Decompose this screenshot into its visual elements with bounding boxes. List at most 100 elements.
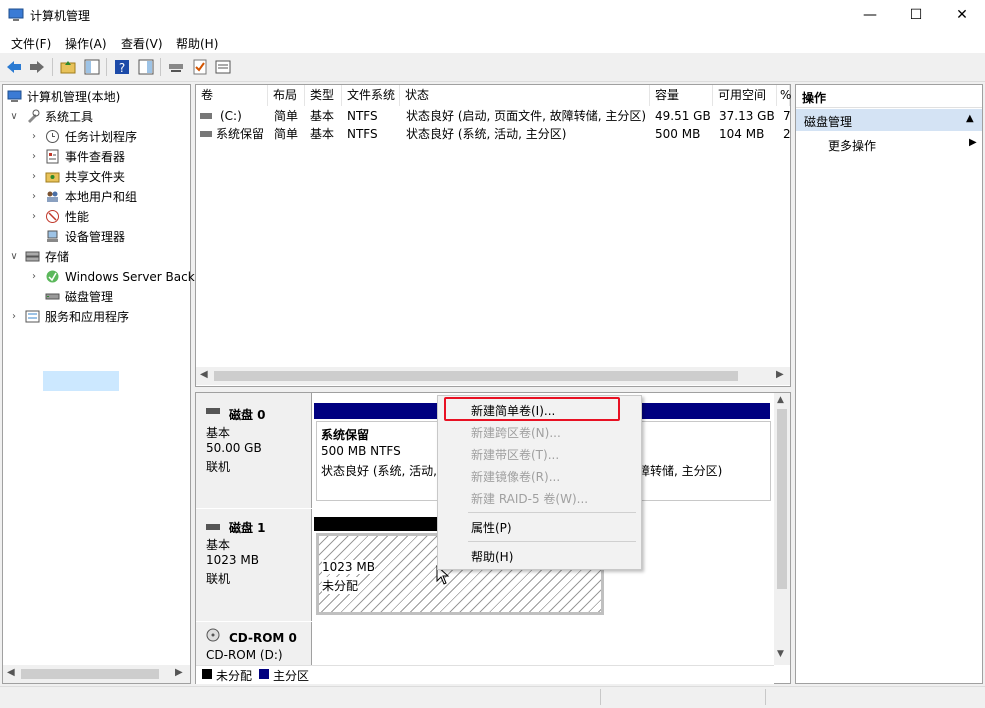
close-button[interactable]: ✕	[939, 0, 985, 31]
disk-0-label[interactable]: 磁盘 0 基本 50.00 GB 联机	[196, 393, 312, 508]
show-hide-tree-icon[interactable]	[83, 58, 101, 76]
scroll-down-icon[interactable]: ▼	[777, 649, 784, 659]
column-header-volume[interactable]: 卷	[196, 85, 268, 106]
performance-icon	[46, 210, 59, 223]
cdrom-0-drive: CD-ROM (D:)	[206, 648, 283, 662]
toolbar-separator	[160, 58, 161, 76]
partition-name: 系统保留	[321, 428, 370, 442]
chevron-right-icon[interactable]: ›	[29, 147, 39, 167]
menu-item-new-striped-volume[interactable]: 新建带区卷(T)...	[471, 446, 559, 463]
collapse-icon[interactable]: ▲	[966, 113, 974, 124]
cdrom-0-name: CD-ROM 0	[229, 631, 297, 645]
tools-icon	[28, 109, 40, 123]
table-row[interactable]: (C:) 简单 基本 NTFS 状态良好 (启动, 页面文件, 故障转储, 主分…	[196, 107, 791, 125]
partition-system-reserved[interactable]: 系统保留 500 MB NTFS 状态良好 (系统, 活动,	[316, 421, 442, 501]
column-header-free-space[interactable]: 可用空间	[713, 85, 777, 106]
minimize-button[interactable]: —	[847, 0, 893, 31]
actions-more[interactable]: 更多操作 ▶	[796, 133, 982, 155]
chevron-right-icon[interactable]: ›	[29, 267, 39, 287]
tree-label: 性能	[65, 210, 90, 224]
horizontal-scrollbar[interactable]: ◀ ▶	[3, 665, 190, 683]
actions-header: 操作	[796, 85, 982, 108]
properties-icon[interactable]	[214, 58, 232, 76]
scroll-up-icon[interactable]: ▲	[777, 395, 784, 405]
table-row[interactable]: 系统保留 简单 基本 NTFS 状态良好 (系统, 活动, 主分区) 500 M…	[196, 125, 791, 143]
column-header-type[interactable]: 类型	[305, 85, 342, 106]
chevron-down-icon[interactable]: ∨	[9, 107, 19, 127]
scrollbar-thumb[interactable]	[214, 371, 738, 381]
chevron-right-icon[interactable]: ›	[29, 187, 39, 207]
check-icon[interactable]	[191, 58, 209, 76]
scroll-left-icon[interactable]: ◀	[7, 667, 15, 678]
cell-percent: 7	[783, 109, 791, 123]
toolbar-separator	[52, 58, 53, 76]
tree-label: 共享文件夹	[65, 170, 126, 184]
partition-status: 障转储, 主分区)	[638, 464, 723, 478]
menu-file[interactable]: 文件(F)	[11, 35, 51, 52]
column-header-layout[interactable]: 布局	[268, 85, 305, 106]
menu-item-properties[interactable]: 属性(P)	[471, 519, 512, 536]
menu-separator	[468, 541, 636, 542]
legend: 未分配 主分区	[196, 665, 774, 684]
actions-pane: 操作 磁盘管理 ▲ 更多操作 ▶	[795, 84, 983, 684]
menu-item-new-mirrored-volume[interactable]: 新建镜像卷(R)...	[471, 468, 560, 485]
help-icon[interactable]: ?	[113, 58, 131, 76]
actions-more-label: 更多操作	[828, 139, 877, 153]
computer-management-icon	[8, 8, 24, 21]
tree-label: 存储	[45, 250, 70, 264]
cell-filesystem: NTFS	[347, 109, 378, 123]
disk-0-name: 磁盘 0	[229, 408, 266, 422]
up-folder-icon[interactable]	[59, 58, 77, 76]
vertical-scrollbar[interactable]: ▲ ▼	[774, 393, 790, 665]
forward-arrow-icon[interactable]	[28, 58, 46, 76]
scroll-right-icon[interactable]: ▶	[175, 667, 183, 678]
scroll-left-icon[interactable]: ◀	[200, 369, 208, 380]
legend-unallocated: 未分配	[216, 669, 253, 683]
back-arrow-icon[interactable]	[5, 58, 23, 76]
column-header-percent[interactable]: %	[777, 85, 791, 106]
menu-item-help[interactable]: 帮助(H)	[471, 548, 513, 565]
scrollbar-thumb[interactable]	[777, 409, 787, 589]
maximize-button[interactable]: ☐	[893, 0, 939, 31]
device-manager-icon	[47, 230, 58, 242]
menu-view[interactable]: 查看(V)	[121, 35, 163, 52]
tree-label: 服务和应用程序	[45, 310, 130, 324]
scroll-right-icon[interactable]: ▶	[776, 369, 784, 380]
shared-folder-icon	[45, 172, 60, 183]
cell-capacity: 500 MB	[655, 127, 701, 141]
column-header-capacity[interactable]: 容量	[650, 85, 713, 106]
connect-icon[interactable]	[167, 58, 185, 76]
chevron-right-icon[interactable]: ›	[29, 167, 39, 187]
chevron-right-icon[interactable]: ›	[29, 207, 39, 227]
partition-size: 500 MB NTFS	[321, 444, 401, 458]
menu-item-new-spanned-volume[interactable]: 新建跨区卷(N)...	[471, 424, 561, 441]
scrollbar-thumb[interactable]	[21, 669, 159, 679]
cdrom-0-label[interactable]: CD-ROM 0 CD-ROM (D:)	[196, 622, 312, 665]
menu-action[interactable]: 操作(A)	[65, 35, 107, 52]
menu-help[interactable]: 帮助(H)	[176, 35, 218, 52]
horizontal-scrollbar[interactable]: ◀ ▶	[196, 367, 790, 385]
title-bar	[0, 0, 985, 31]
chevron-right-icon[interactable]: ›	[29, 127, 39, 147]
menu-item-new-simple-volume[interactable]: 新建简单卷(I)...	[471, 402, 555, 419]
actions-section-label: 磁盘管理	[804, 115, 853, 129]
services-icon	[25, 310, 40, 323]
event-log-icon	[46, 149, 59, 164]
actions-section-disk-management[interactable]: 磁盘管理 ▲	[796, 109, 982, 131]
legend-swatch-primary	[259, 669, 269, 679]
column-header-status[interactable]: 状态	[400, 85, 650, 106]
disk-icon	[206, 408, 220, 414]
show-hide-action-icon[interactable]	[137, 58, 155, 76]
disk-1-label[interactable]: 磁盘 1 基本 1023 MB 联机	[196, 509, 312, 621]
disk-0-type: 基本	[206, 426, 231, 440]
column-header-filesystem[interactable]: 文件系统	[342, 85, 400, 106]
menu-item-new-raid5-volume[interactable]: 新建 RAID-5 卷(W)...	[471, 490, 588, 507]
chevron-right-icon[interactable]: ›	[9, 307, 19, 327]
minimize-icon: —	[863, 7, 877, 23]
close-icon: ✕	[956, 7, 968, 23]
cell-volume: (C:)	[220, 109, 242, 123]
cell-layout: 简单	[274, 127, 299, 141]
maximize-icon: ☐	[909, 7, 923, 23]
chevron-down-icon[interactable]: ∨	[9, 247, 19, 267]
status-bar	[0, 686, 985, 708]
